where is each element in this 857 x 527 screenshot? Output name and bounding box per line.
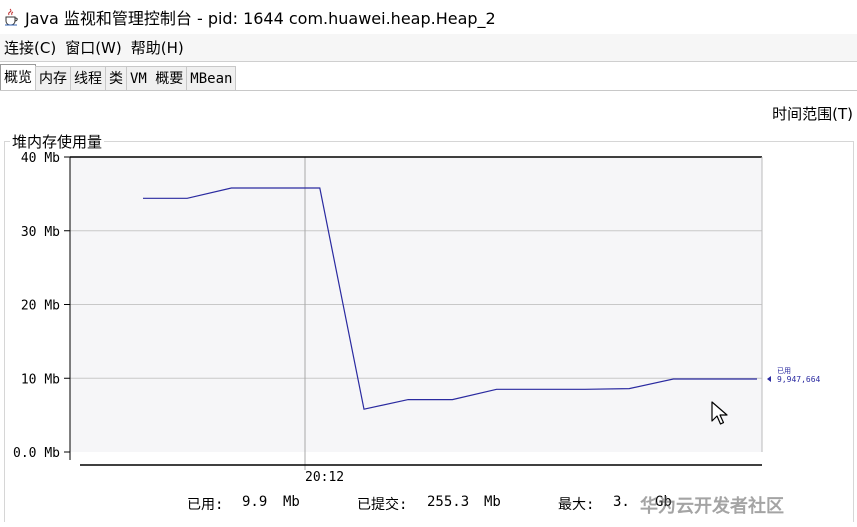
- watermark: 华为云开发者社区: [640, 496, 784, 517]
- current-value-label: 9,947,664: [777, 375, 821, 384]
- used-unit: Mb: [283, 494, 300, 510]
- used-value: 9.9: [242, 494, 268, 510]
- y-tick-label: 40 Mb: [21, 151, 60, 166]
- y-ticks: 40 Mb 30 Mb 20 Mb 10 Mb 0.0 Mb: [13, 151, 70, 461]
- mouse-cursor-icon: [711, 401, 728, 425]
- series-name-label: 已用: [777, 367, 791, 375]
- y-tick-label: 10 Mb: [21, 372, 60, 387]
- x-ticks: 20:12: [305, 470, 344, 485]
- max-label: 最大:: [558, 497, 595, 513]
- y-tick-label: 20 Mb: [21, 299, 60, 314]
- max-value: 3.: [613, 494, 630, 510]
- heap-chart: 40 Mb 30 Mb 20 Mb 10 Mb 0.0 Mb 20:12 已用9,947…: [13, 151, 821, 485]
- committed-value: 255.3: [427, 494, 470, 510]
- y-tick-label: 0.0 Mb: [13, 446, 60, 461]
- committed-label: 已提交:: [357, 497, 408, 513]
- value-pointer-icon: [767, 375, 771, 382]
- used-label: 已用:: [187, 497, 224, 513]
- committed-unit: Mb: [484, 494, 501, 510]
- x-tick-label: 20:12: [305, 470, 344, 485]
- current-value-marker: 已用9,947,664: [767, 367, 821, 384]
- y-tick-label: 30 Mb: [21, 225, 60, 240]
